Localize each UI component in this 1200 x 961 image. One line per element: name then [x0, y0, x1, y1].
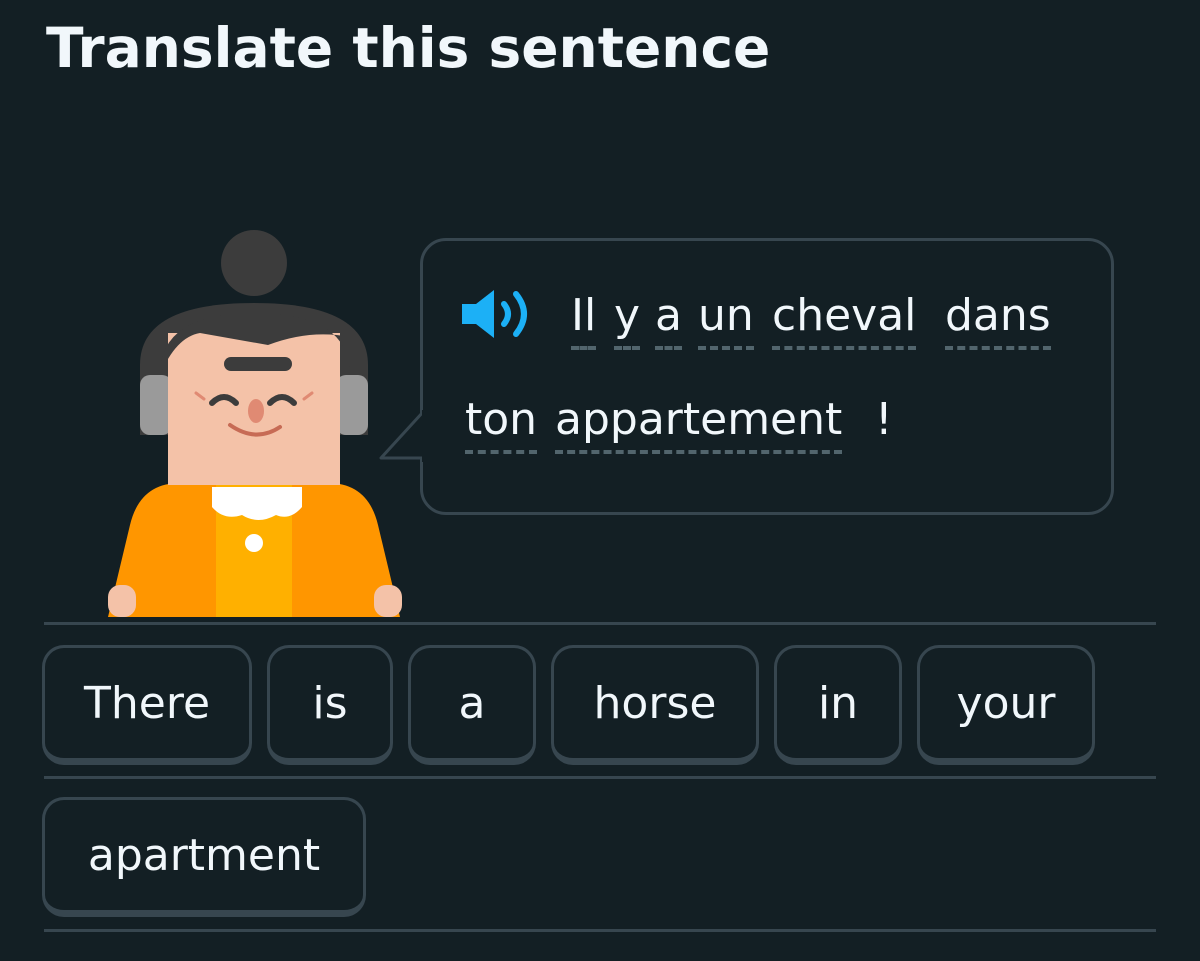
word-tile[interactable]: There: [42, 645, 252, 765]
character-illustration: [108, 230, 402, 617]
answer-line: [44, 776, 1156, 779]
prompt-word[interactable]: a: [655, 290, 682, 350]
answer-line: [44, 622, 1156, 625]
word-tile[interactable]: a: [408, 645, 536, 765]
word-tile[interactable]: your: [917, 645, 1095, 765]
prompt-punctuation: !: [875, 394, 893, 445]
speech-bubble: [420, 238, 1114, 515]
word-tile[interactable]: horse: [551, 645, 759, 765]
speech-bubble-tail: [379, 410, 426, 462]
word-tile[interactable]: in: [774, 645, 902, 765]
prompt-word[interactable]: appartement: [555, 394, 843, 454]
prompt-word[interactable]: dans: [945, 290, 1051, 350]
word-tile[interactable]: is: [267, 645, 393, 765]
prompt-word[interactable]: ton: [465, 394, 538, 454]
word-tile[interactable]: apartment: [42, 797, 366, 917]
prompt-word[interactable]: un: [698, 290, 754, 350]
answer-line: [44, 929, 1156, 932]
speaker-icon[interactable]: [460, 286, 540, 342]
page-title: Translate this sentence: [46, 16, 771, 80]
prompt-word[interactable]: cheval: [772, 290, 917, 350]
prompt-word[interactable]: y: [614, 290, 641, 350]
prompt-word[interactable]: Il: [571, 290, 597, 350]
